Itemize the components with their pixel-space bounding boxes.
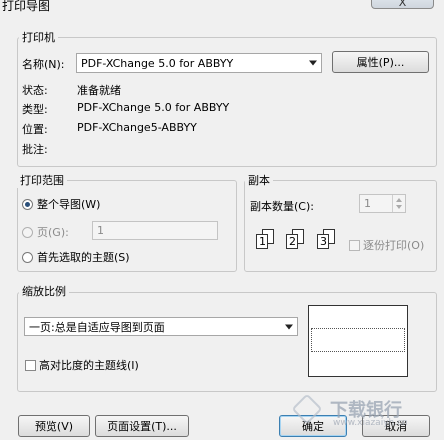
- page-setup-button[interactable]: 页面设置(T)...: [95, 415, 189, 437]
- range-selected-topics-radio[interactable]: [22, 251, 33, 263]
- range-whole-map-label: 整个导图(W): [37, 198, 101, 211]
- copies-count-label: 副本数量(C):: [250, 200, 314, 213]
- collate-option[interactable]: 逐份打印(O): [349, 237, 424, 253]
- copies-count-stepper[interactable]: 1: [359, 194, 406, 213]
- scale-mode-value: 一页:总是自适应导图到页面: [29, 320, 165, 334]
- scale-legend: 缩放比例: [19, 283, 69, 299]
- collate-label: 逐份打印(O): [363, 239, 425, 252]
- printer-comment-label: 批注:: [22, 143, 48, 156]
- high-contrast-checkbox[interactable]: [25, 359, 36, 371]
- high-contrast-label: 高对比度的主题线(I): [39, 359, 139, 372]
- collate-illustration: 1 2 3: [256, 229, 348, 259]
- chevron-down-icon: [285, 324, 293, 329]
- print-range-legend: 打印范围: [17, 172, 67, 188]
- printer-name-value: PDF-XChange 5.0 for ABBYY: [81, 56, 234, 70]
- printer-status-label: 状态:: [22, 84, 48, 97]
- range-whole-map-radio[interactable]: [22, 198, 33, 210]
- scale-preview-page: [311, 328, 405, 352]
- range-selected-topics-label: 首先选取的主题(S): [37, 251, 130, 264]
- chevron-down-icon: [309, 60, 317, 66]
- preview-button[interactable]: 预览(V): [18, 415, 90, 437]
- close-icon[interactable]: X: [399, 0, 407, 9]
- copies-legend: 副本: [245, 172, 273, 188]
- window-title: 打印导图: [2, 0, 51, 13]
- scale-preview-box: [308, 305, 408, 377]
- printer-name-label: 名称(N):: [22, 58, 65, 71]
- printer-type-label: 类型:: [22, 103, 48, 116]
- printer-name-select[interactable]: PDF-XChange 5.0 for ABBYY: [76, 53, 322, 73]
- copies-spin-buttons[interactable]: [392, 195, 405, 212]
- high-contrast-option[interactable]: 高对比度的主题线(I): [25, 357, 139, 373]
- printer-properties-button[interactable]: 属性(P)...: [332, 51, 429, 73]
- scale-mode-select[interactable]: 一页:总是自适应导图到页面: [24, 317, 298, 336]
- copies-count-value: 1: [364, 197, 371, 210]
- printer-location-label: 位置:: [22, 123, 48, 136]
- range-pages-option[interactable]: 页(G):: [22, 224, 69, 240]
- spin-up-icon[interactable]: [396, 198, 402, 202]
- collate-checkbox[interactable]: [349, 239, 360, 251]
- printer-status-value: 准备就绪: [77, 84, 121, 97]
- range-whole-map-option[interactable]: 整个导图(W): [22, 196, 100, 212]
- watermark-url: www.xiazaiyh.cn: [333, 418, 408, 428]
- range-pages-radio[interactable]: [22, 226, 33, 238]
- close-button[interactable]: X: [371, 0, 434, 9]
- printer-location-value: PDF-XChange5-ABBYY: [77, 121, 197, 134]
- printer-legend: 打印机: [19, 29, 58, 45]
- collate-page-icon: 1: [256, 234, 268, 249]
- range-selected-topics-option[interactable]: 首先选取的主题(S): [22, 249, 130, 265]
- range-pages-input[interactable]: 1: [92, 221, 218, 240]
- collate-page-icon: 2: [286, 234, 298, 249]
- spin-down-icon[interactable]: [396, 205, 402, 209]
- collate-page-icon: 3: [317, 234, 329, 249]
- printer-type-value: PDF-XChange 5.0 for ABBYY: [77, 101, 230, 114]
- range-pages-label: 页(G):: [37, 226, 69, 239]
